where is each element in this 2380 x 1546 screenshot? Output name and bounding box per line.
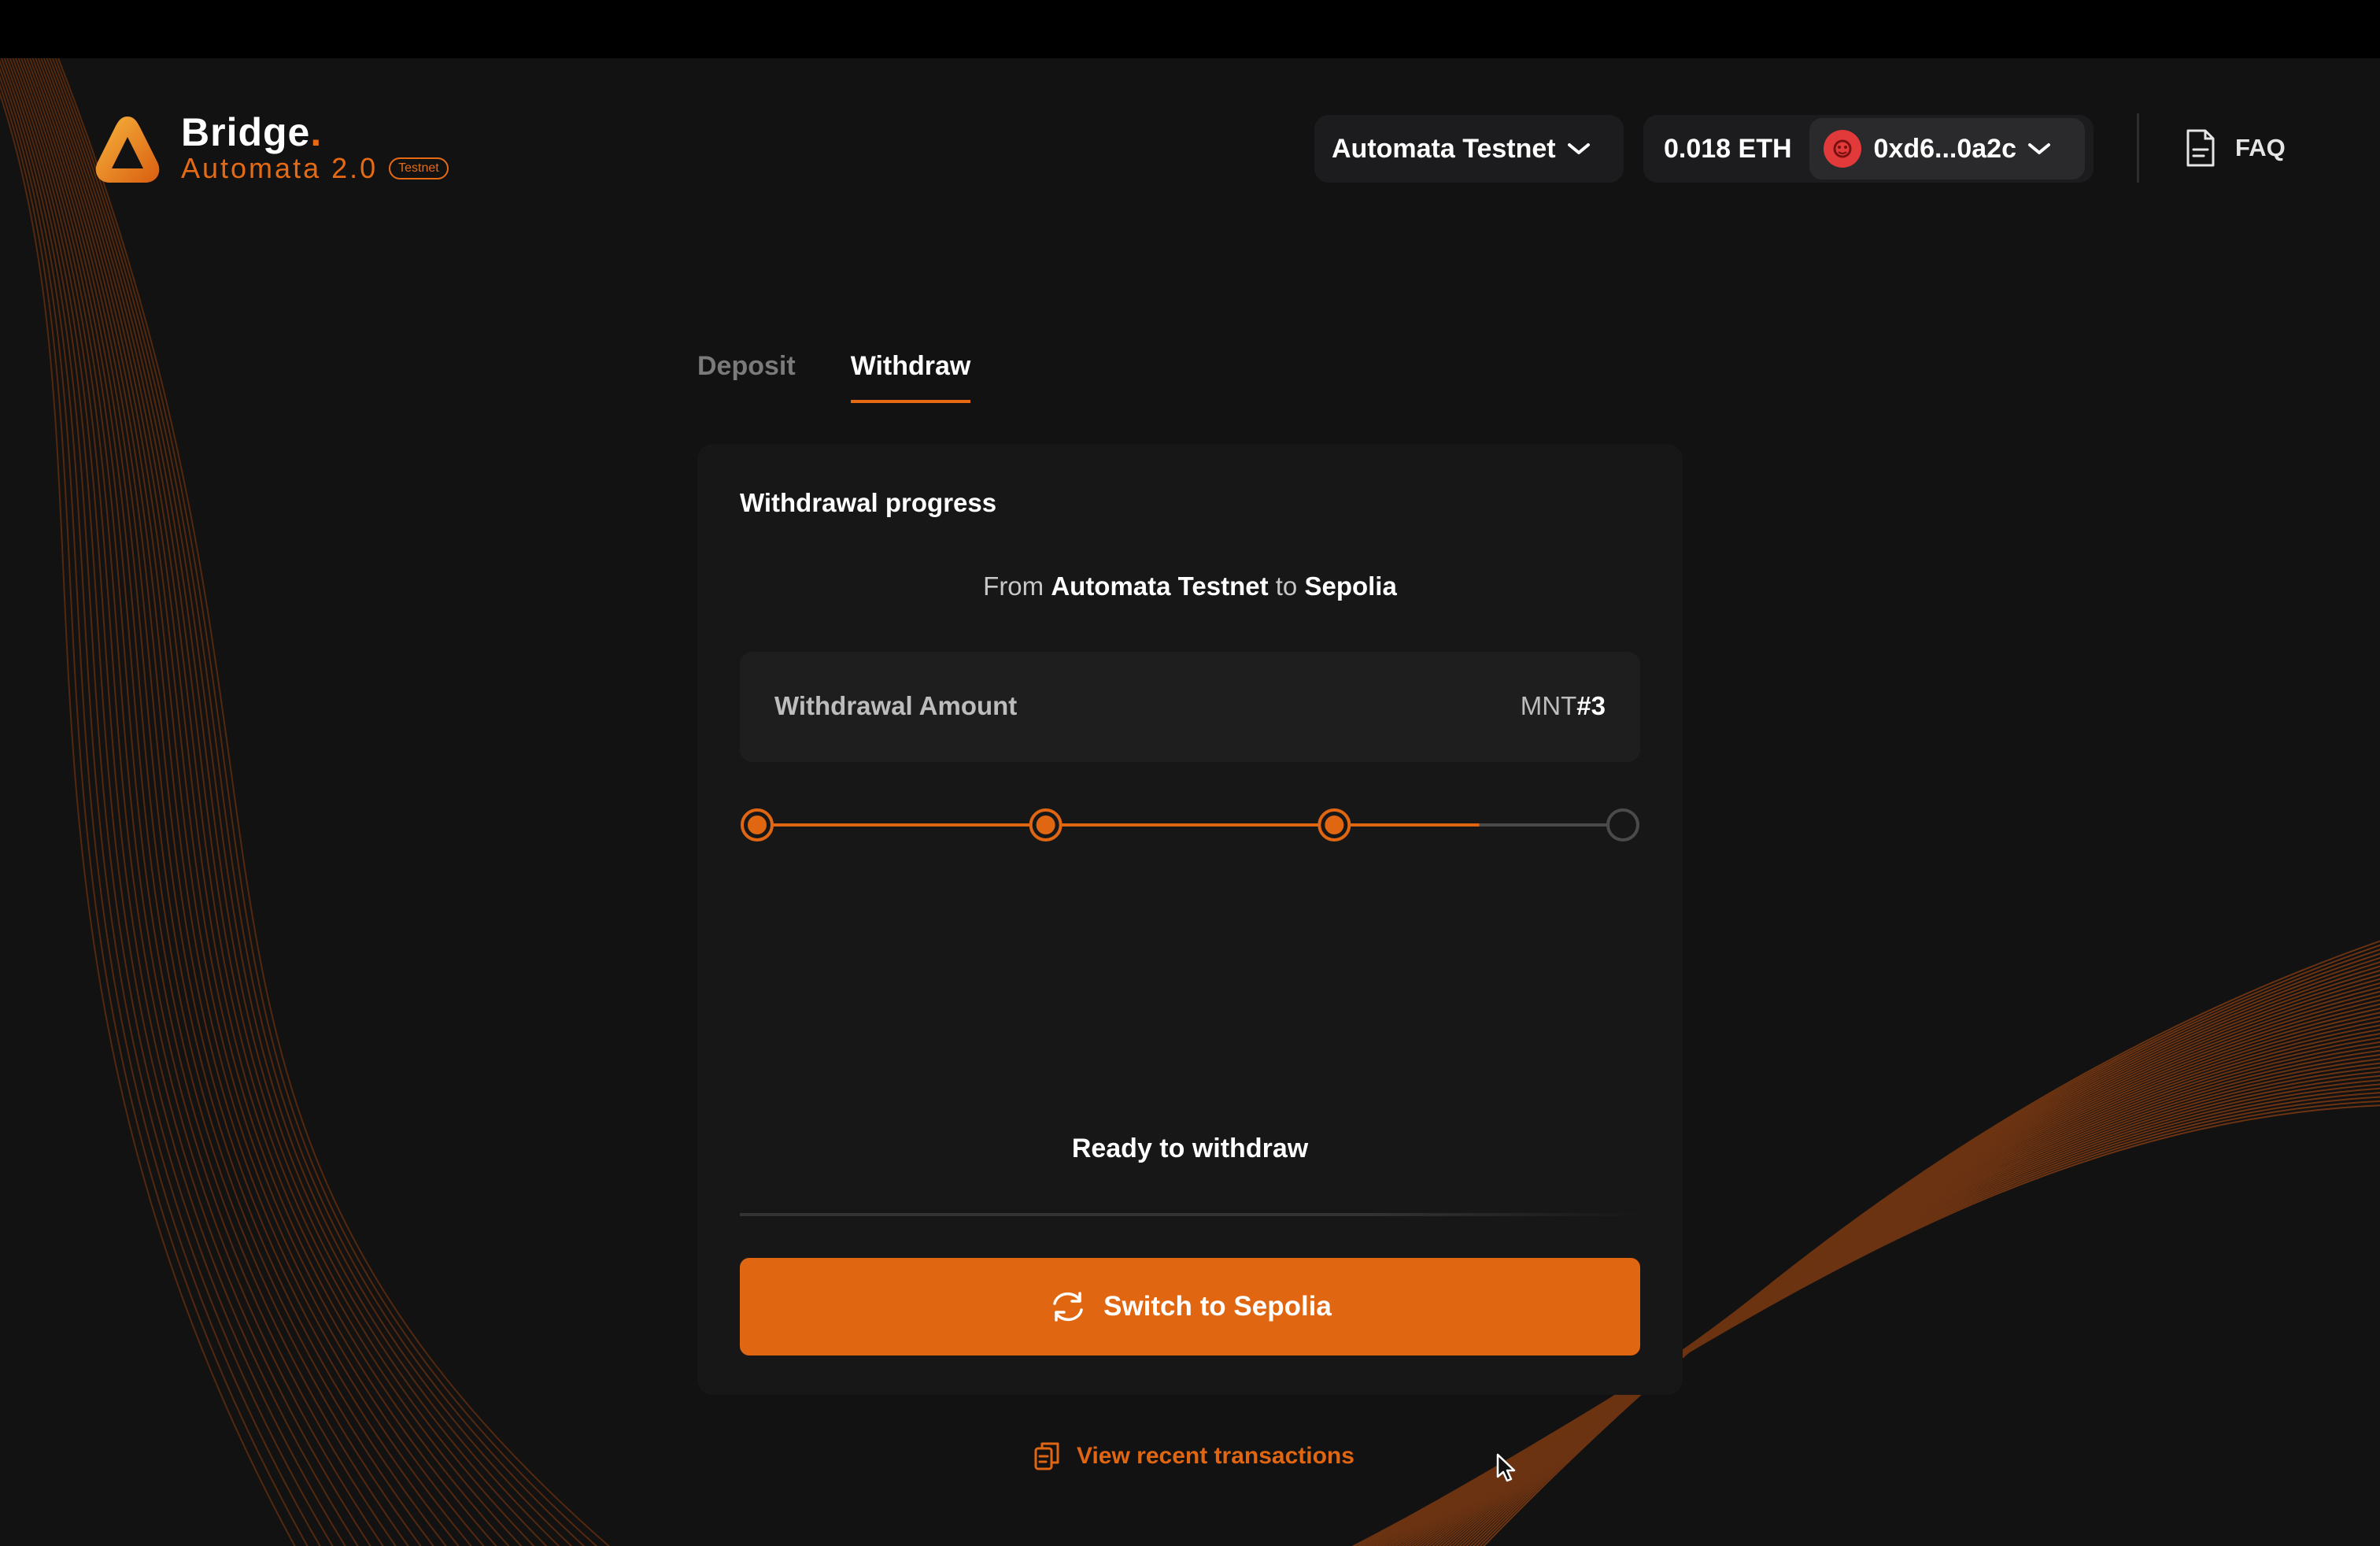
- switch-network-label: Switch to Sepolia: [1103, 1291, 1332, 1322]
- withdrawal-amount-label: Withdrawal Amount: [774, 691, 1018, 720]
- faq-label: FAQ: [2235, 134, 2286, 161]
- progress-step-2: [1029, 808, 1062, 841]
- background-wave-line: [49, 58, 573, 1546]
- automata-logo-icon: [95, 117, 160, 183]
- progress-step-4: [1606, 808, 1639, 841]
- faq-link[interactable]: FAQ: [2185, 124, 2286, 172]
- background-wave-line: [57, 58, 611, 1546]
- route-description: From Automata Testnet to Sepolia: [983, 571, 1397, 601]
- route-from: Automata Testnet: [1051, 571, 1269, 601]
- wallet-address-button[interactable]: 0xd6...0a2c: [1809, 118, 2085, 179]
- wallet-address: 0xd6...0a2c: [1873, 133, 2017, 164]
- withdrawal-status: Ready to withdraw: [1071, 1134, 1309, 1163]
- background-wave-line: [46, 58, 560, 1546]
- wallet-avatar-icon: [1823, 130, 1861, 168]
- background-wave-line: [0, 91, 296, 1546]
- view-recent-transactions-label: View recent transactions: [1077, 1443, 1354, 1469]
- clipboard-icon: [1034, 1442, 1059, 1470]
- logo-subtitle: Automata 2.0: [181, 152, 379, 184]
- background-wave-line: [26, 58, 472, 1546]
- withdrawal-progress-stepper: [741, 808, 1639, 841]
- app-logo[interactable]: Bridge. Automata 2.0 Testnet: [93, 110, 449, 186]
- switch-network-icon: [1053, 1292, 1083, 1322]
- bridge-tabs: Deposit Withdraw: [697, 346, 1026, 403]
- testnet-badge: Testnet: [389, 157, 449, 179]
- background-wave-line: [37, 58, 523, 1546]
- mouse-cursor-icon: [1496, 1453, 1516, 1482]
- window-top-bar: [0, 0, 2380, 58]
- header-divider: [2137, 113, 2139, 183]
- logo-title: Bridge.: [181, 110, 323, 154]
- divider: [740, 1213, 1640, 1216]
- card-title: Withdrawal progress: [740, 488, 997, 517]
- chevron-down-icon: [2028, 143, 2051, 154]
- progress-step-3: [1318, 808, 1351, 841]
- withdrawal-amount-box: Withdrawal Amount MNT#3: [740, 652, 1640, 762]
- wallet-balance: 0.018 ETH: [1664, 133, 1792, 164]
- wallet-pill: 0.018 ETH 0xd6...0a2c: [1643, 115, 2094, 183]
- network-selector-label: Automata Testnet: [1332, 133, 1556, 164]
- background-wave-line: [6, 58, 384, 1546]
- withdrawal-amount-value: MNT#3: [1520, 691, 1606, 720]
- document-icon: [2186, 129, 2215, 167]
- background-wave-line: [40, 58, 535, 1546]
- tab-deposit[interactable]: Deposit: [697, 346, 796, 403]
- route-to: Sepolia: [1304, 571, 1397, 601]
- chevron-down-icon: [1567, 143, 1590, 154]
- withdrawal-card: Withdrawal progress From Automata Testne…: [697, 444, 1683, 1395]
- tab-withdraw[interactable]: Withdraw: [850, 346, 971, 403]
- view-recent-transactions-link[interactable]: View recent transactions: [1033, 1439, 1354, 1474]
- progress-step-1: [741, 808, 774, 841]
- switch-network-button[interactable]: Switch to Sepolia: [740, 1258, 1640, 1356]
- network-selector[interactable]: Automata Testnet: [1314, 115, 1624, 183]
- background-wave-line: [0, 75, 321, 1546]
